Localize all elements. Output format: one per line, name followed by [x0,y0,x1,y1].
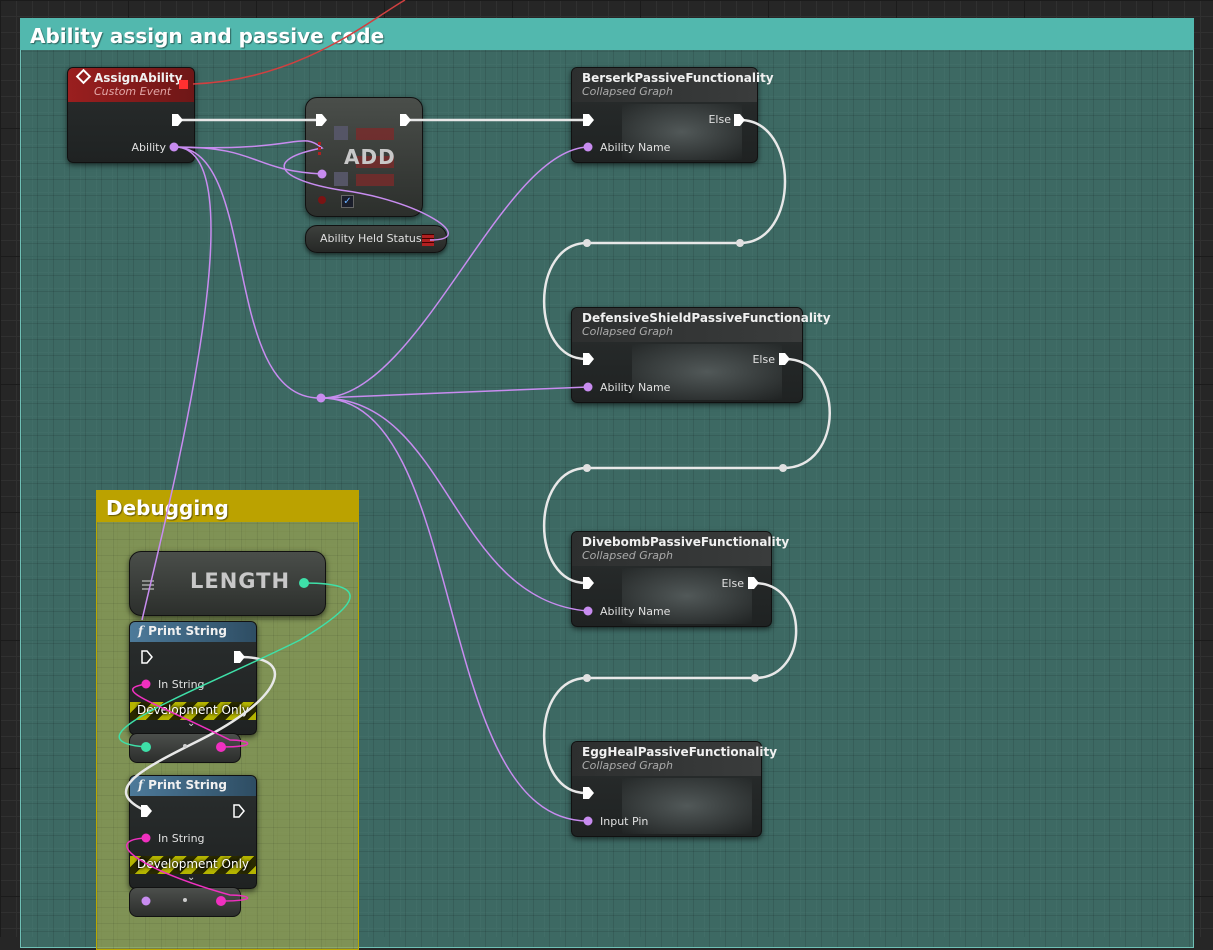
name-pin[interactable] [583,382,593,392]
exec-pin-empty[interactable] [141,650,153,664]
int-pin[interactable] [299,578,309,588]
string-pin[interactable] [141,833,151,843]
name-pin[interactable] [583,142,593,152]
exec-pin[interactable] [583,114,594,126]
exec-pin[interactable] [583,577,594,589]
exec-pin[interactable] [316,114,327,126]
exec-pin[interactable] [734,114,745,126]
name-pin[interactable] [317,169,327,179]
int-wire [118,582,351,748]
string-wire [126,837,249,902]
string-wire [132,683,249,748]
string-pin[interactable] [216,742,226,752]
name-wire [320,386,589,399]
exec-wire [542,581,798,795]
name-pin[interactable] [583,606,593,616]
append-dot [183,744,187,748]
array-pin[interactable] [318,147,321,150]
reroute-knot[interactable] [316,393,326,403]
event-wire [192,0,406,85]
exec-pin[interactable] [583,787,594,799]
name-pin[interactable] [583,816,593,826]
string-pin[interactable] [141,896,151,906]
int-pin[interactable] [141,742,151,752]
exec-pin[interactable] [779,353,790,365]
array-pin[interactable] [318,152,321,155]
exec-pin[interactable] [583,353,594,365]
wire-layer [118,0,831,906]
exec-wire [124,655,277,813]
string-pin[interactable] [141,679,151,689]
name-pin[interactable] [169,142,179,152]
reroute-knot[interactable] [751,674,759,682]
exec-pin[interactable] [172,114,183,126]
reroute-knot[interactable] [583,239,591,247]
exec-pin[interactable] [234,651,245,663]
array-pin[interactable] [318,142,321,145]
exec-pin[interactable] [748,577,759,589]
reroute-knot[interactable] [736,239,744,247]
reroute-knot[interactable] [779,464,787,472]
name-wire [175,140,449,241]
reroute-knot[interactable] [583,674,591,682]
append-dot [183,898,187,902]
exec-wire [542,118,787,361]
exec-pin-empty[interactable] [233,804,245,818]
exec-pin[interactable] [141,805,152,817]
reroute-knot[interactable] [583,464,591,472]
string-pin[interactable] [216,896,226,906]
exec-pin[interactable] [400,114,411,126]
name-wire [141,146,212,621]
